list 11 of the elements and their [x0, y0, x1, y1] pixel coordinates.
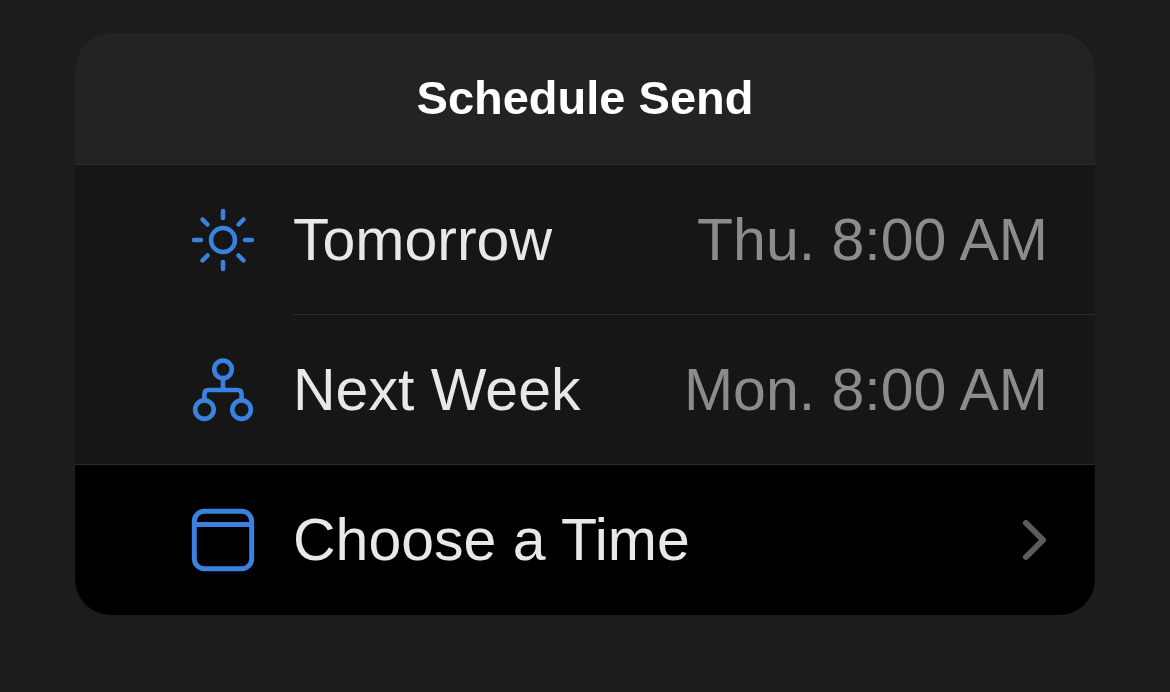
item-time: Thu. 8:00 AM	[697, 205, 1048, 274]
sheet-title: Schedule Send	[416, 70, 754, 125]
item-label: Choose a Time	[293, 506, 690, 574]
item-time: Mon. 8:00 AM	[683, 355, 1048, 424]
sun-icon	[191, 208, 255, 272]
calendar-icon	[191, 508, 255, 572]
item-label: Tomorrow	[293, 205, 552, 274]
node-tree-icon	[191, 357, 255, 422]
item-label: Next Week	[293, 355, 581, 424]
chevron-icon	[1022, 519, 1048, 561]
menu-item[interactable]: Choose a Time	[75, 465, 1095, 615]
